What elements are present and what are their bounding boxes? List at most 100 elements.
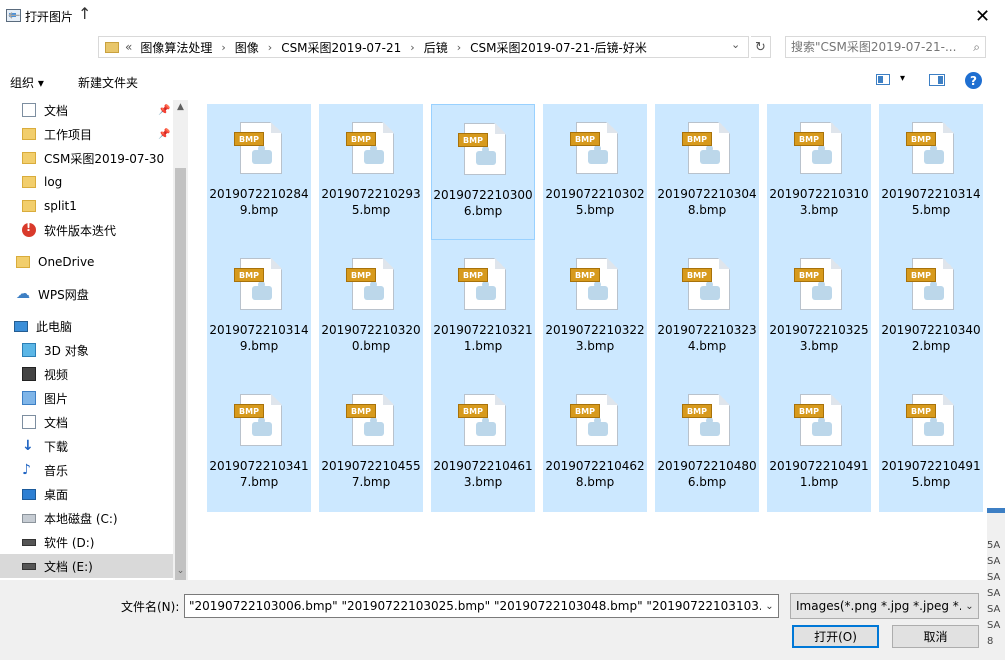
puzzle-icon (812, 417, 832, 436)
file-item[interactable]: BMP 2019072210310 3.bmp (767, 104, 871, 240)
sidebar-item[interactable]: 文档 (0, 410, 173, 434)
file-item[interactable]: BMP 2019072210491 5.bmp (879, 376, 983, 512)
back-arrow-icon[interactable]: ← (8, 6, 21, 24)
breadcrumb-item[interactable]: CSM采图2019-07-21 (281, 39, 401, 56)
file-item[interactable]: BMP 2019072210462 8.bmp (543, 376, 647, 512)
preview-pane-icon[interactable] (929, 74, 945, 86)
sidebar-item[interactable]: ♪ 音乐 (0, 458, 173, 482)
file-item[interactable]: BMP 2019072210284 9.bmp (207, 104, 311, 240)
file-item[interactable]: BMP 2019072210302 5.bmp (543, 104, 647, 240)
sidebar-item[interactable]: 图片 (0, 386, 173, 410)
filetype-select[interactable]: Images(*.png *.jpg *.jpeg *.b ⌄ (790, 593, 979, 619)
breadcrumb-separator-icon[interactable]: › (410, 41, 414, 54)
sidebar-item[interactable]: 软件 (D:) (0, 530, 173, 554)
sidebar-item[interactable]: log (0, 170, 173, 194)
file-item[interactable]: BMP 2019072210300 6.bmp (431, 104, 535, 240)
file-item[interactable]: BMP 2019072210323 4.bmp (655, 240, 759, 376)
forward-arrow-icon[interactable]: → (32, 6, 45, 24)
sidebar-item[interactable]: 软件版本迭代 (0, 218, 173, 242)
filename-input[interactable]: "20190722103006.bmp" "20190722103025.bmp… (189, 599, 761, 613)
file-list: BMP 2019072210284 9.bmp BMP 2019072210293 5.b… (205, 104, 985, 514)
search-icon[interactable]: ⌕ (973, 40, 980, 55)
desktop-icon (22, 488, 36, 500)
scroll-up-icon[interactable]: ▲ (173, 102, 188, 112)
view-mode-icon[interactable] (876, 74, 890, 85)
bmp-file-icon: BMP (234, 258, 284, 310)
breadcrumb-separator-icon[interactable]: › (221, 41, 225, 54)
sidebar-item-label: CSM采图2019-07-30 (44, 151, 165, 166)
file-item[interactable]: BMP 2019072210293 5.bmp (319, 104, 423, 240)
sidebar-item[interactable]: split1 (0, 194, 173, 218)
sidebar-item[interactable]: 桌面 (0, 482, 173, 506)
sidebar-item-label: 本地磁盘 (C:) (44, 511, 118, 526)
chevron-down-icon[interactable]: ⌄ (761, 595, 778, 617)
sidebar-item-label: 3D 对象 (44, 343, 89, 358)
filename-label: 文件名(N): (121, 600, 180, 614)
breadcrumb-separator-icon[interactable]: › (457, 41, 461, 54)
file-item[interactable]: BMP 2019072210340 2.bmp (879, 240, 983, 376)
address-dropdown-icon[interactable]: ⌄ (731, 38, 740, 51)
file-item[interactable]: BMP 2019072210491 1.bmp (767, 376, 871, 512)
sidebar-item[interactable]: 工作项目 📌 (0, 122, 173, 146)
sidebar-scrollbar[interactable]: ▲ ⌄ (173, 100, 188, 580)
sidebar-item-label: 视频 (44, 367, 69, 382)
search-input[interactable] (791, 40, 961, 54)
sidebar-item[interactable]: ↓ 下载 (0, 434, 173, 458)
file-item[interactable]: BMP 2019072210320 0.bmp (319, 240, 423, 376)
bmp-file-icon: BMP (234, 394, 284, 446)
cloud-icon: ☁ (16, 286, 30, 302)
puzzle-icon (700, 145, 720, 164)
file-name: 2019072210304 8.bmp (657, 186, 757, 218)
chevron-down-icon[interactable]: ⌄ (961, 595, 978, 617)
file-item[interactable]: BMP 2019072210321 1.bmp (431, 240, 535, 376)
new-folder-button[interactable]: 新建文件夹 (78, 74, 138, 91)
sidebar-item[interactable]: 文档 (E:) (0, 554, 173, 578)
sidebar-item[interactable]: 3D 对象 (0, 338, 173, 362)
file-item[interactable]: BMP 2019072210322 3.bmp (543, 240, 647, 376)
sidebar-item[interactable]: OneDrive (0, 250, 173, 274)
file-name-line: 6.bmp (687, 475, 727, 489)
breadcrumb-item[interactable]: 图像 (235, 39, 259, 56)
download-icon: ↓ (22, 438, 34, 454)
cancel-button[interactable]: 取消 (892, 625, 979, 648)
refresh-icon[interactable]: ↻ (751, 36, 771, 58)
sidebar-item[interactable]: ☁ WPS网盘 (0, 282, 173, 306)
file-item[interactable]: BMP 2019072210314 9.bmp (207, 240, 311, 376)
recent-locations-icon[interactable]: ⌄ (59, 4, 69, 18)
sidebar-item[interactable]: 此电脑 (0, 314, 173, 338)
file-item[interactable]: BMP 2019072210480 6.bmp (655, 376, 759, 512)
scrollbar-thumb[interactable] (175, 168, 186, 580)
pin-icon[interactable]: 📌 (158, 129, 170, 140)
breadcrumb-separator-icon[interactable]: › (268, 41, 272, 54)
sidebar-item[interactable]: 视频 (0, 362, 173, 386)
breadcrumb-item[interactable]: 图像算法处理 (140, 39, 212, 56)
up-arrow-icon[interactable]: ↑ (78, 4, 91, 23)
organize-menu-button[interactable]: 组织 ▾ (10, 74, 44, 91)
breadcrumb-item[interactable]: CSM采图2019-07-21-后镜-好米 (470, 39, 647, 56)
file-item[interactable]: BMP 2019072210325 3.bmp (767, 240, 871, 376)
close-button[interactable]: ✕ (960, 0, 1005, 32)
file-name-line: 0.bmp (351, 339, 391, 353)
sidebar-item[interactable]: CSM采图2019-07-30 (0, 146, 173, 170)
file-name-line: 7.bmp (239, 475, 279, 489)
file-item[interactable]: BMP 2019072210455 7.bmp (319, 376, 423, 512)
file-item[interactable]: BMP 2019072210304 8.bmp (655, 104, 759, 240)
breadcrumb-item[interactable]: 后镜 (424, 39, 448, 56)
sidebar-item[interactable]: 文档 📌 (0, 98, 173, 122)
address-bar[interactable]: « 图像算法处理 › 图像 › CSM采图2019-07-21 › 后镜 › C… (98, 36, 749, 58)
file-item[interactable]: BMP 2019072210461 3.bmp (431, 376, 535, 512)
filename-combobox[interactable]: "20190722103006.bmp" "20190722103025.bmp… (184, 594, 779, 618)
search-box[interactable]: ⌕ (785, 36, 986, 58)
bmp-file-icon: BMP (570, 258, 620, 310)
help-icon[interactable]: ? (965, 72, 982, 89)
view-dropdown-icon[interactable]: ▾ (900, 73, 905, 84)
pin-icon[interactable]: 📌 (158, 105, 170, 116)
sidebar-item[interactable]: 本地磁盘 (C:) (0, 506, 173, 530)
file-item[interactable]: BMP 2019072210341 7.bmp (207, 376, 311, 512)
file-item[interactable]: BMP 2019072210314 5.bmp (879, 104, 983, 240)
open-button[interactable]: 打开(O) (792, 625, 879, 648)
breadcrumb-overflow[interactable]: « (125, 40, 132, 54)
scroll-down-icon[interactable]: ⌄ (173, 566, 188, 576)
file-name: 2019072210302 5.bmp (545, 186, 645, 218)
strip-text: 8 (987, 636, 994, 647)
